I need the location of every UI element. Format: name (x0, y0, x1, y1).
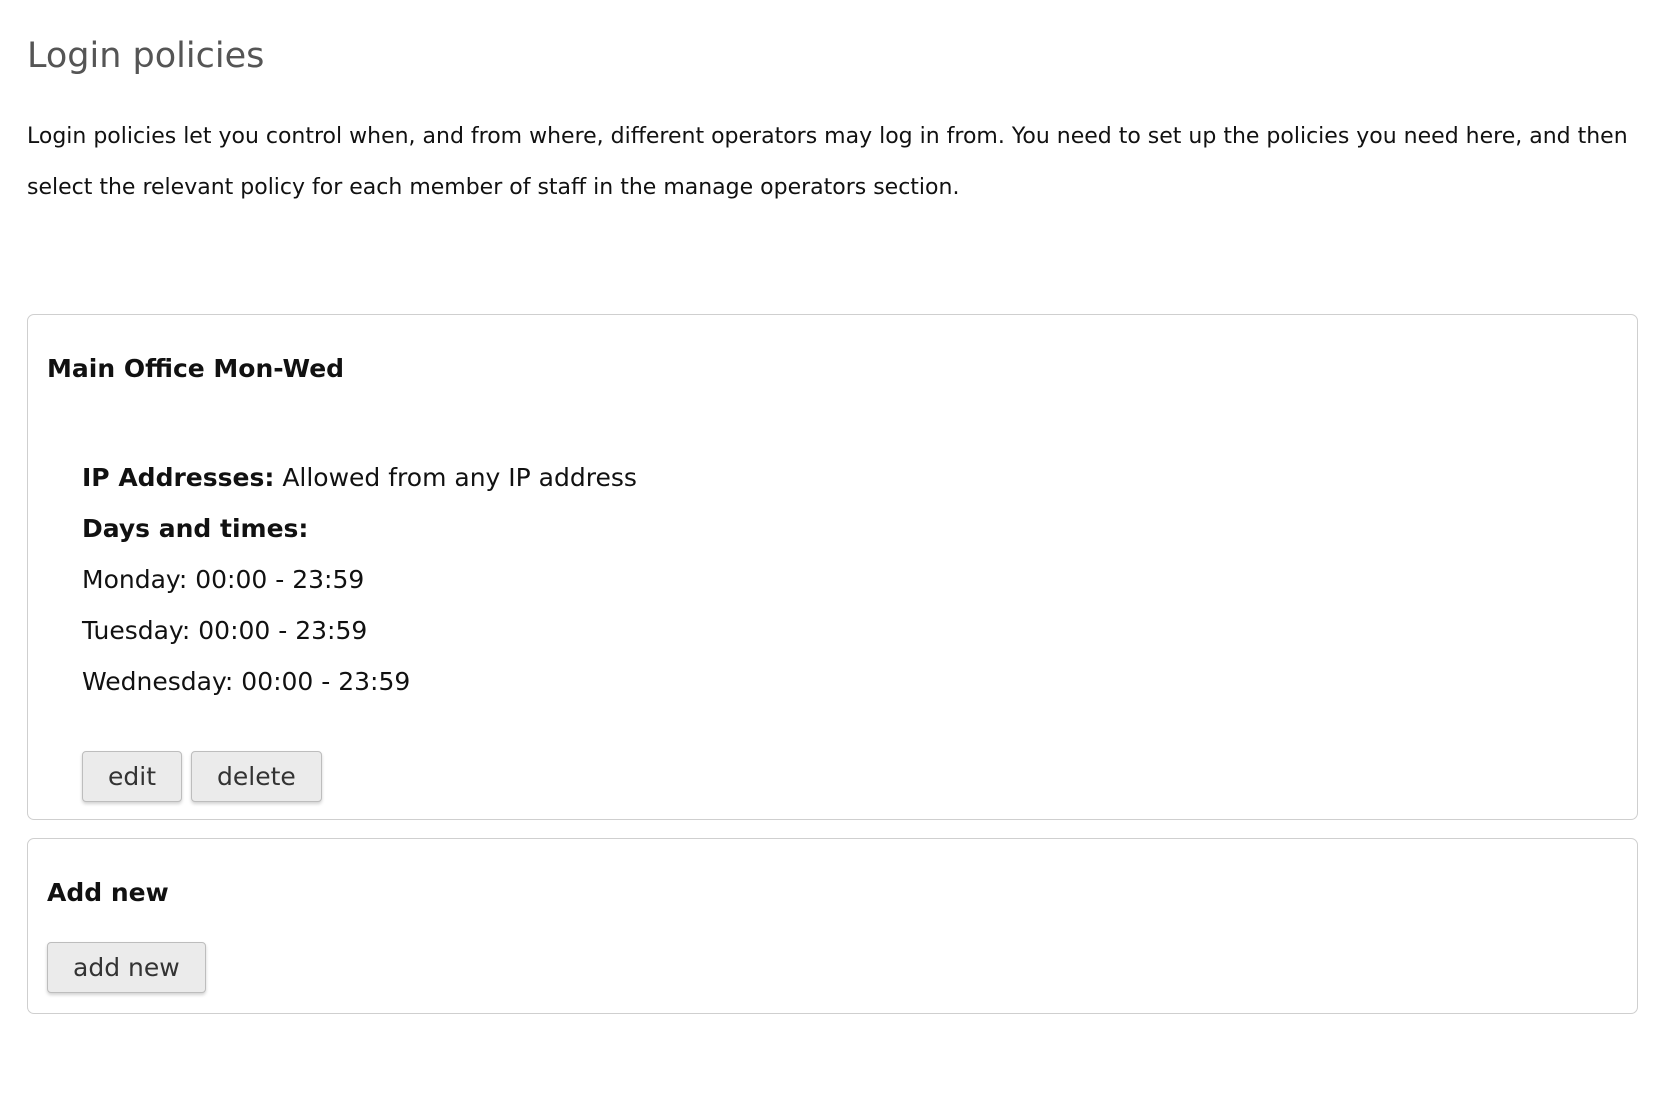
add-new-button[interactable]: add new (47, 942, 206, 993)
days-times-label: Days and times: (82, 514, 309, 543)
page-intro: Login policies let you control when, and… (27, 124, 1628, 200)
add-new-actions: add new (47, 942, 1618, 993)
policy-details: IP Addresses: Allowed from any IP addres… (47, 452, 1618, 707)
add-new-title: Add new (47, 878, 169, 907)
delete-button[interactable]: delete (191, 751, 322, 802)
day-time-entry: Tuesday: 00:00 - 23:59 (82, 616, 368, 645)
days-times-row: Days and times: (82, 503, 1618, 554)
ip-addresses-label: IP Addresses: (82, 463, 275, 492)
policy-name: Main Office Mon-Wed (47, 354, 345, 383)
page-title: Login policies (27, 36, 265, 76)
ip-addresses-row: IP Addresses: Allowed from any IP addres… (82, 452, 1618, 503)
ip-addresses-value: Allowed from any IP address (282, 463, 637, 492)
edit-button[interactable]: edit (82, 751, 182, 802)
add-new-card: Add new add new (27, 838, 1638, 1014)
day-time-entry: Wednesday: 00:00 - 23:59 (82, 667, 411, 696)
policy-card: Main Office Mon-Wed IP Addresses: Allowe… (27, 314, 1638, 820)
policy-actions: edit delete (82, 751, 322, 802)
day-time-entry: Monday: 00:00 - 23:59 (82, 565, 365, 594)
